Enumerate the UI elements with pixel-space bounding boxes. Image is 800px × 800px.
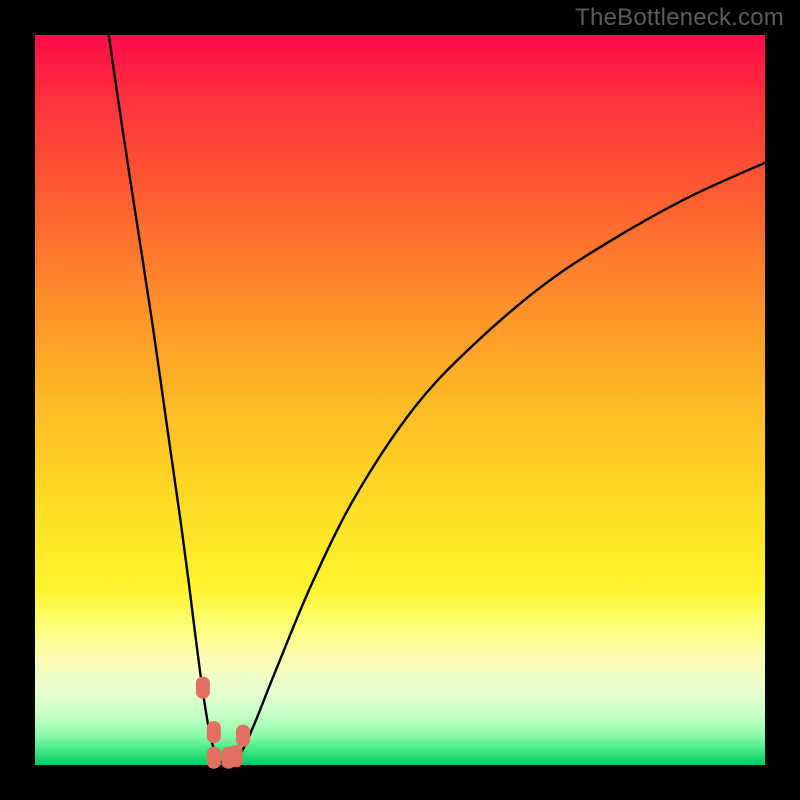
plot-area [35, 35, 765, 765]
curve-right-path [232, 163, 765, 765]
marker-dot [237, 725, 250, 746]
curve-left-path [109, 35, 225, 765]
chart-frame: TheBottleneck.com [0, 0, 800, 800]
marker-group [196, 677, 249, 768]
marker-dot [196, 677, 209, 698]
marker-dot [229, 746, 242, 767]
curve-svg [35, 35, 765, 765]
marker-dot [207, 722, 220, 743]
marker-dot [207, 747, 220, 768]
watermark-text: TheBottleneck.com [575, 4, 784, 32]
